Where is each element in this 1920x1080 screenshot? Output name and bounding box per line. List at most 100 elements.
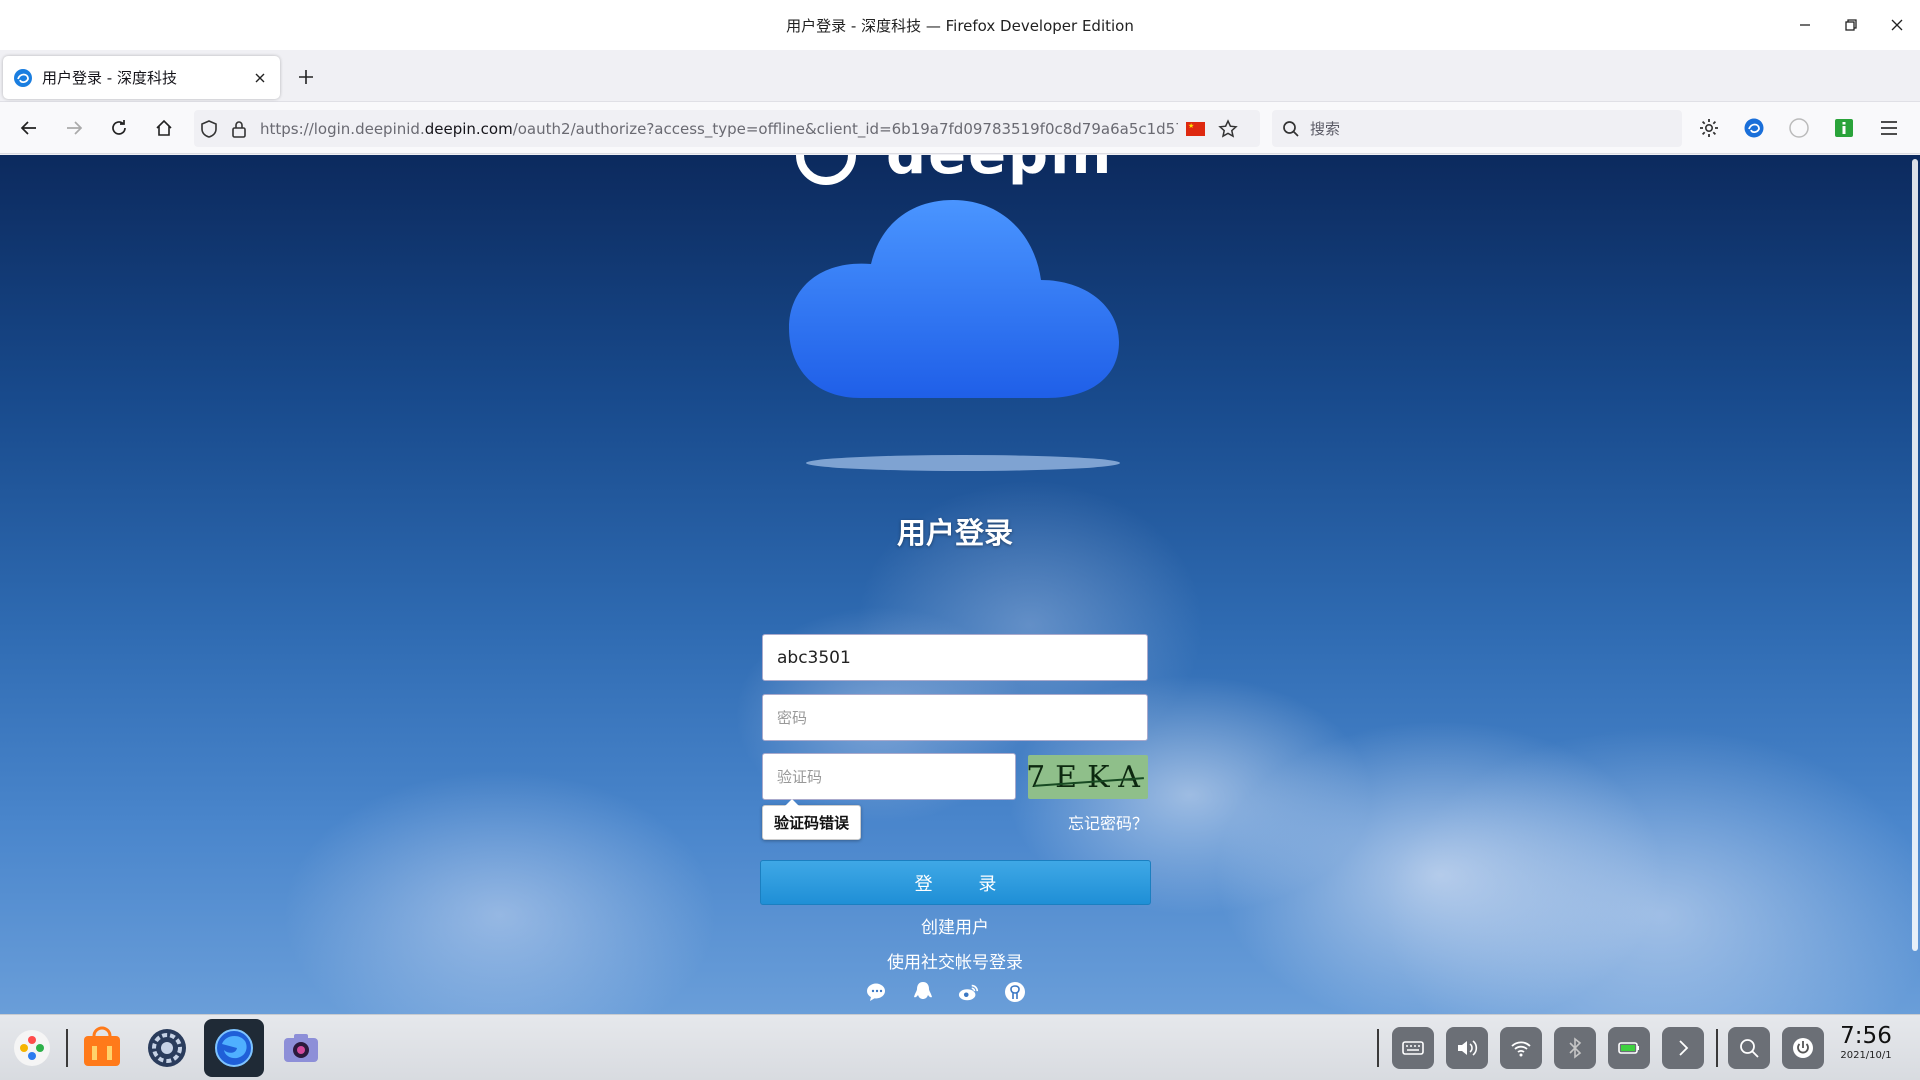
login-page: deepin 用户登录 abc3501 密码 验证码 7EKA 验证码错误 忘记… xyxy=(0,155,1920,1015)
volume-icon xyxy=(1458,1040,1478,1056)
keyboard-button[interactable] xyxy=(1392,1027,1434,1069)
deepin-logo: deepin xyxy=(796,155,1113,185)
extension-info-button[interactable] xyxy=(1826,110,1862,146)
network-button[interactable] xyxy=(1500,1027,1542,1069)
extension-redirect-button[interactable] xyxy=(1781,110,1817,146)
app-menu-button[interactable] xyxy=(1871,110,1907,146)
taskbar: 7:56 2021/10/1 xyxy=(0,1014,1920,1080)
window-controls xyxy=(1782,0,1920,50)
shield-icon xyxy=(201,119,217,138)
tracking-protection-button[interactable] xyxy=(194,110,224,147)
url-text[interactable]: https://login.deepinid.deepin.com/oauth2… xyxy=(260,120,1178,138)
tray-separator xyxy=(1377,1029,1379,1067)
firefox-button[interactable] xyxy=(204,1019,264,1077)
close-icon xyxy=(1891,19,1903,31)
url-suffix: /oauth2/authorize?access_type=offline&cl… xyxy=(512,119,1178,138)
search-bar[interactable]: 搜索 xyxy=(1272,110,1682,147)
extension-deepin-button[interactable] xyxy=(1736,110,1772,146)
forgot-password-link[interactable]: 忘记密码？ xyxy=(1040,810,1148,834)
weibo-icon[interactable] xyxy=(958,981,980,1003)
restore-icon xyxy=(1845,19,1857,31)
battery-button[interactable] xyxy=(1608,1027,1650,1069)
launcher-icon xyxy=(14,1030,50,1066)
minimize-icon xyxy=(1800,24,1810,26)
expand-icon xyxy=(1679,1040,1689,1056)
username-input[interactable]: abc3501 xyxy=(762,634,1148,681)
tab-label: 用户登录 - 深度科技 xyxy=(42,69,177,87)
create-user-link[interactable]: 创建用户 xyxy=(0,913,1910,938)
volume-button[interactable] xyxy=(1446,1027,1488,1069)
close-window-button[interactable] xyxy=(1874,0,1920,50)
star-icon xyxy=(1218,118,1238,138)
tab-close-button[interactable] xyxy=(250,68,270,88)
clock-date: 2021/10/1 xyxy=(1840,1050,1892,1061)
deepin-logo-mark-icon xyxy=(796,155,856,185)
new-tab-button[interactable] xyxy=(291,62,321,92)
window-titlebar: 用户登录 - 深度科技 — Firefox Developer Edition xyxy=(0,0,1920,50)
china-flag-icon[interactable] xyxy=(1186,121,1205,136)
close-icon xyxy=(255,73,265,82)
tab-strip: 用户登录 - 深度科技 xyxy=(0,50,1920,102)
arrow-right-icon xyxy=(67,121,83,135)
wechat-icon[interactable] xyxy=(866,981,888,1003)
reload-button[interactable] xyxy=(101,110,137,146)
network-icon xyxy=(1511,1041,1531,1057)
search-icon xyxy=(1283,120,1299,137)
page-scrollbar[interactable] xyxy=(1912,159,1918,951)
hamburger-menu-icon xyxy=(1881,121,1897,135)
back-button[interactable] xyxy=(11,110,47,146)
login-button[interactable]: 登 录 xyxy=(760,860,1151,905)
maximize-button[interactable] xyxy=(1828,0,1874,50)
social-login-label: 使用社交帐号登录 xyxy=(887,953,1023,973)
url-host: deepin.com xyxy=(424,119,513,138)
gear-icon xyxy=(1700,119,1718,137)
lock-icon xyxy=(232,120,246,138)
social-login-icons xyxy=(866,981,1026,1003)
captcha-error-tooltip: 验证码错误 xyxy=(762,799,862,840)
deepin-favicon-icon xyxy=(14,68,32,87)
captcha-image[interactable]: 7EKA xyxy=(1028,755,1148,799)
settings-icon xyxy=(148,1029,186,1067)
power-icon xyxy=(1793,1038,1813,1058)
url-prefix: https://login.deepinid. xyxy=(260,119,425,138)
bookmark-star-button[interactable] xyxy=(1213,110,1243,147)
minimize-button[interactable] xyxy=(1782,0,1828,50)
home-button[interactable] xyxy=(146,110,182,146)
settings-button[interactable] xyxy=(1691,110,1727,146)
info-icon xyxy=(1835,119,1853,137)
compass-icon xyxy=(1789,118,1809,138)
tray-expand-button[interactable] xyxy=(1662,1027,1704,1069)
camera-icon xyxy=(284,1034,318,1062)
home-icon xyxy=(156,119,172,136)
password-input[interactable]: 密码 xyxy=(762,694,1148,741)
github-icon[interactable] xyxy=(1004,981,1026,1003)
camera-button[interactable] xyxy=(271,1019,331,1077)
captcha-input[interactable]: 验证码 xyxy=(762,753,1016,800)
page-title: 用户登录 xyxy=(896,516,1013,550)
firefox-icon xyxy=(215,1029,253,1067)
cloud-icon xyxy=(789,200,1119,398)
url-bar[interactable]: https://login.deepinid.deepin.com/oauth2… xyxy=(194,110,1260,147)
dock-separator xyxy=(66,1029,68,1067)
search-icon xyxy=(1740,1039,1759,1058)
clock-time: 7:56 xyxy=(1840,1023,1892,1049)
battery-icon xyxy=(1618,1042,1639,1054)
qq-icon[interactable] xyxy=(912,981,934,1003)
bluetooth-icon xyxy=(1569,1037,1582,1059)
reload-icon xyxy=(112,120,126,135)
clock[interactable]: 7:56 2021/10/1 xyxy=(1828,1023,1904,1063)
control-center-button[interactable] xyxy=(137,1019,197,1077)
tab-login[interactable]: 用户登录 - 深度科技 xyxy=(3,56,280,99)
app-store-icon xyxy=(84,1026,120,1066)
app-store-button[interactable] xyxy=(72,1019,132,1077)
deepin-logo-text: deepin xyxy=(886,155,1113,183)
arrow-left-icon xyxy=(20,121,36,135)
search-placeholder: 搜索 xyxy=(1310,120,1341,138)
site-info-button[interactable] xyxy=(224,110,254,147)
deepin-extension-icon xyxy=(1744,118,1764,138)
search-button[interactable] xyxy=(1728,1027,1770,1069)
power-button[interactable] xyxy=(1782,1027,1824,1069)
bluetooth-button[interactable] xyxy=(1554,1027,1596,1069)
forward-button[interactable] xyxy=(56,110,92,146)
launcher-button[interactable] xyxy=(2,1019,62,1077)
